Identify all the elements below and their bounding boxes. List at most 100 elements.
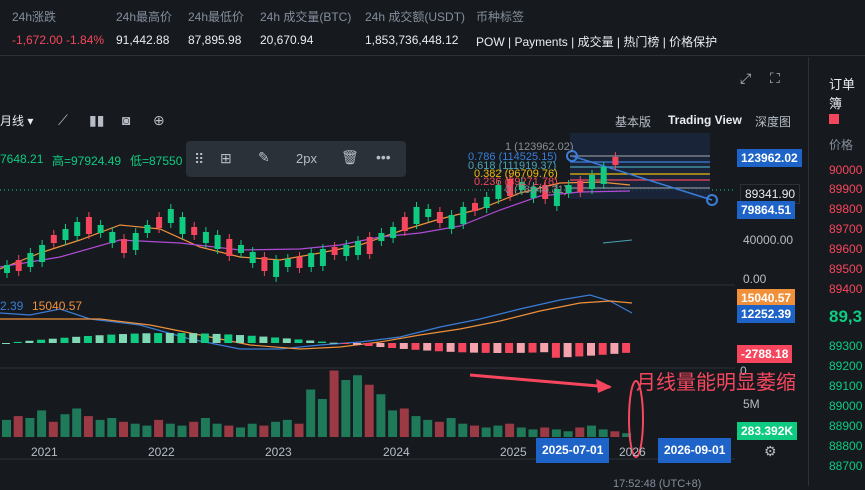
trash-icon[interactable]: 🗑: [341, 149, 359, 166]
candle: [132, 233, 139, 250]
x-axis-label: 2022: [148, 445, 175, 459]
macd-bar: [282, 338, 291, 343]
volume-bar: [575, 427, 585, 437]
bid-price[interactable]: 88800: [829, 439, 862, 453]
candle: [27, 253, 34, 267]
volume-bar: [200, 418, 210, 437]
volume-bar: [294, 423, 304, 437]
volume-tag: 283.392K: [737, 422, 798, 440]
volume-bar: [563, 431, 573, 437]
candle: [390, 227, 397, 238]
chart-canvas[interactable]: [0, 57, 808, 486]
price-tag-high: 123962.02: [737, 149, 802, 167]
x-axis-label: 2025: [500, 445, 527, 459]
macd-bar: [189, 333, 198, 343]
macd-bar: [423, 343, 432, 351]
ask-price[interactable]: 89600: [829, 242, 862, 256]
macd-bar: [528, 343, 537, 353]
candle: [319, 249, 326, 266]
macd-bar: [493, 343, 502, 353]
macd-bar: [142, 333, 151, 343]
orderbook-title: 订单簿: [829, 77, 856, 111]
fib-box: [570, 133, 710, 199]
ask-price[interactable]: 89400: [829, 282, 862, 296]
settings-gear-icon[interactable]: ⚙: [764, 443, 777, 460]
candle: [331, 247, 338, 255]
tags-links[interactable]: POW | Payments | 成交量 | 热门榜 | 价格保护: [476, 33, 717, 50]
macd-bar: [212, 333, 221, 343]
stat-value: 91,442.88: [116, 33, 170, 47]
x-axis-range-end[interactable]: 2026-09-01: [658, 438, 732, 463]
ask-price[interactable]: 89500: [829, 262, 862, 276]
volume-bar: [446, 418, 456, 437]
volume-bar: [212, 423, 222, 437]
candle: [261, 257, 268, 271]
bid-price[interactable]: 88700: [829, 459, 862, 473]
stat-label: 24h最高价: [116, 10, 173, 24]
macd-bar: [271, 337, 280, 343]
volume-bar: [399, 408, 409, 437]
ask-price[interactable]: 90000: [829, 163, 862, 177]
volume-bar: [48, 421, 58, 437]
pencil-icon[interactable]: ✎: [258, 149, 270, 166]
stat-24h-volume-btc: 24h 成交量(BTC) 20,670.94: [260, 8, 351, 47]
ask-price[interactable]: 89800: [829, 202, 862, 216]
volume-bar: [271, 421, 281, 437]
volume-bar: [189, 421, 199, 437]
bid-price[interactable]: 89200: [829, 359, 862, 373]
stroke-width-selector[interactable]: 2px: [296, 151, 317, 166]
orderbook-panel: 订单簿 价格 90000 89900 89800 89700 89600 895…: [808, 57, 865, 486]
stat-label: 24h 成交额(USDT): [365, 10, 466, 24]
macd-bar: [341, 343, 350, 344]
volume-bar: [388, 410, 398, 437]
volume-bar: [587, 425, 596, 437]
bid-price[interactable]: 88900: [829, 419, 862, 433]
x-axis-range-start[interactable]: 2025-07-01: [536, 438, 610, 463]
macd-bar: [306, 340, 315, 343]
candle: [202, 232, 209, 243]
ask-price[interactable]: 89700: [829, 222, 862, 236]
macd-bar: [505, 343, 514, 353]
macd-bar: [446, 343, 455, 352]
price-tick: 0.00: [743, 272, 767, 286]
macd-bar: [481, 343, 490, 353]
ask-price[interactable]: 89900: [829, 182, 862, 196]
orderbook-view-icon[interactable]: [829, 114, 839, 124]
macd-bar: [294, 339, 303, 343]
bid-price[interactable]: 89000: [829, 399, 862, 413]
candle: [284, 259, 291, 267]
volume-bar: [236, 427, 245, 437]
candle: [308, 253, 315, 267]
last-price: 89,3: [829, 307, 863, 326]
candle: [50, 235, 57, 243]
candle: [413, 207, 420, 224]
volume-bar: [341, 380, 351, 437]
more-icon[interactable]: •••: [376, 149, 391, 165]
volume-bar: [25, 418, 35, 437]
macd-bar: [622, 343, 631, 353]
macd-bar: [95, 335, 104, 343]
candle: [483, 197, 490, 208]
macd-bar: [470, 343, 478, 353]
drag-handle-icon[interactable]: ⠿: [194, 151, 204, 168]
x-axis-label: 2026: [619, 445, 646, 459]
candle: [39, 245, 46, 262]
volume-bar: [247, 423, 257, 437]
macd-bar: [165, 333, 174, 343]
bid-price[interactable]: 89300: [829, 339, 862, 353]
macd-signal-line: [0, 300, 633, 350]
macd-bar: [587, 343, 595, 356]
stat-24h-low: 24h最低价 87,895.98: [188, 8, 244, 47]
volume-bar: [130, 423, 140, 437]
bid-price[interactable]: 89100: [829, 379, 862, 393]
volume-bar: [154, 419, 164, 437]
template-icon[interactable]: ⊞: [220, 150, 232, 167]
candle: [401, 217, 408, 231]
x-axis-label: 2024: [383, 445, 410, 459]
candle: [191, 227, 198, 235]
stat-value: -1,672.00 -1.84%: [12, 33, 105, 47]
volume-tick: 5M: [743, 397, 760, 411]
candle: [62, 229, 69, 240]
macd-tag: -2788.18: [737, 345, 793, 363]
candle: [273, 260, 280, 277]
